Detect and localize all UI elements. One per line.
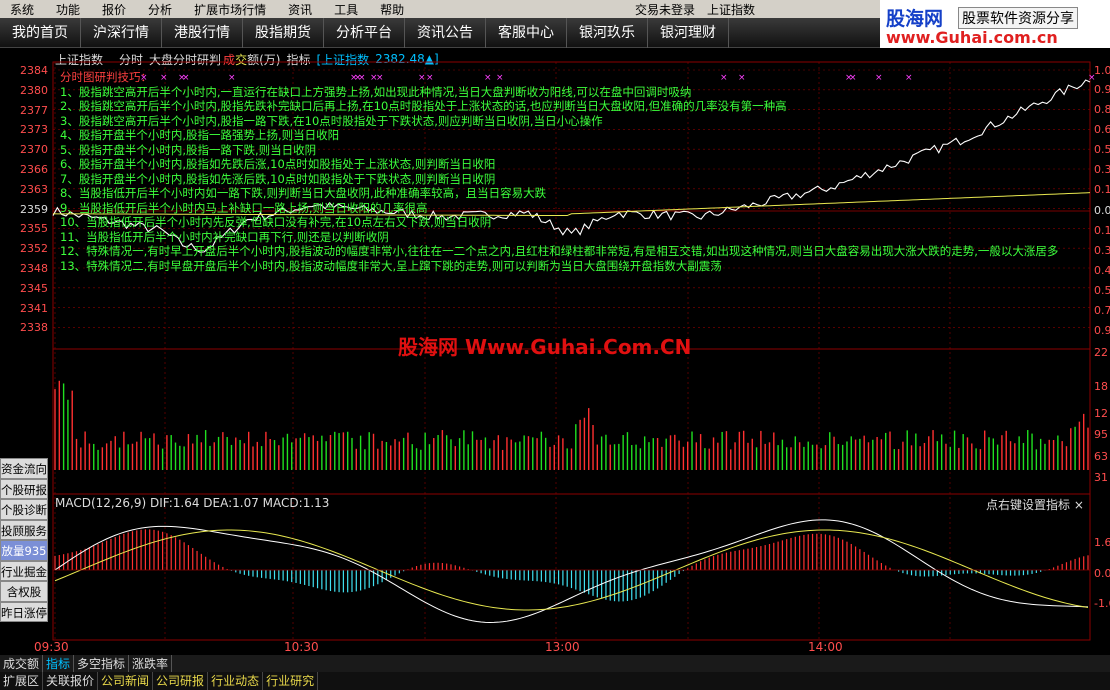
time-axis: 09:30 10:30 13:00 14:00 (0, 640, 1110, 654)
axis-tick: 0.9 (1094, 83, 1110, 96)
axis-tick: 0.6 (1094, 123, 1110, 136)
side-button[interactable]: 投顾服务 (0, 519, 48, 540)
indicator-tabs: 成交额 指标 多空指标 涨跌率 (0, 655, 1110, 672)
tip-line: 2、股指跳空高开后半个小时内,股指先跌补完缺口后再上扬,在10点时股指处于上涨状… (60, 99, 787, 113)
tip-line: 13、特殊情况二,有时早盘开盘后半个小时内,股指波动幅度非常大,呈上蹿下跳的走势… (60, 258, 722, 273)
price-tick: 2380 (20, 83, 48, 97)
axis-tick: 0.4 (1094, 264, 1110, 277)
tip-line: 3、股指跳空高开后半个小时内,股指一路下跌,在10点时股指处于下跌状态,则应判断… (60, 113, 603, 128)
axis-tick: 1.6 (1094, 536, 1110, 549)
tip-line: 8、当股指低开后半个小时内如一路下跌,则判断当日大盘收阴,此种准确率较高，且当日… (60, 186, 547, 200)
price-tick: 2352 (20, 242, 48, 256)
axis-tick: 22 (1094, 346, 1108, 359)
footer-tab[interactable]: 公司研报 (153, 672, 209, 690)
price-tick: 2359 (20, 202, 48, 216)
price-tick: 2366 (20, 163, 48, 176)
time-tick: 13:00 (545, 640, 580, 654)
side-button[interactable]: 放量935 (0, 540, 48, 561)
tip-line: 10、当股指低开后半个小时内先反弹,但缺口没有补完,在10点左右又下跌,则当日收… (60, 215, 492, 229)
footer-tab[interactable]: 公司新闻 (98, 672, 154, 690)
tip-line: 4、股指开盘半个小时内,股指一路强势上扬,则当日收阳 (60, 128, 340, 142)
axis-tick: 0.1 (1094, 224, 1110, 237)
watermark: 股海网 Www.Guhai.Com.CN (398, 335, 692, 359)
price-tick: 2341 (20, 301, 48, 315)
axis-tick: 0.0 (1094, 567, 1110, 580)
indicator-settings-hint[interactable]: 点右键设置指标 × (986, 496, 1084, 513)
macd-label: MACD(12,26,9) DIF:1.64 DEA:1.07 MACD:1.1… (55, 496, 330, 510)
tip-line: 11、当股指低开后半个小时内补完缺口再下行,则还是以判断收阴 (60, 229, 389, 244)
axis-tick: 63 (1094, 450, 1108, 463)
side-buttons: 资金流向 个股研报 个股诊断 投顾服务 放量935 行业掘金 含权股 昨日涨停 (0, 458, 48, 622)
tip-line: 9、当股指低开后半个小时内马上补缺口一路上扬,则当日收阳的几率很高 (60, 200, 428, 215)
price-tick: 2355 (20, 222, 48, 236)
axis-tick: 1.0 (1094, 64, 1110, 77)
time-tick: 14:00 (808, 640, 843, 654)
tab-advance-decline[interactable]: 涨跌率 (129, 655, 173, 672)
axis-tick: 0.0 (1094, 204, 1110, 217)
analysis-tips: 分时图研判技巧： 1、股指跳空高开后半个小时内,一直运行在缺口上方强势上扬,如出… (60, 70, 1090, 273)
price-tick: 2348 (20, 262, 48, 275)
tab-long-short[interactable]: 多空指标 (74, 655, 130, 672)
side-button[interactable]: 资金流向 (0, 458, 48, 479)
tips-header: 分时图研判技巧： (60, 70, 152, 84)
time-tick: 10:30 (284, 640, 319, 654)
axis-tick: 0.5 (1094, 284, 1110, 297)
tip-line: 5、股指开盘半个小时内,股指一路下跌,则当日收阴 (60, 142, 317, 157)
axis-tick: 0.8 (1094, 103, 1110, 116)
axis-tick: 0.3 (1094, 163, 1110, 176)
price-tick: 2345 (20, 281, 48, 295)
footer-tab[interactable]: 行业动态 (208, 672, 264, 690)
side-button[interactable]: 含权股 (0, 581, 48, 602)
axis-tick: 0.7 (1094, 304, 1110, 317)
axis-tick: 0.3 (1094, 244, 1110, 257)
tip-line: 6、股指开盘半个小时内,股指如先跌后涨,10点时如股指处于上涨状态,则判断当日收… (60, 157, 496, 171)
price-tick: 2377 (20, 103, 48, 117)
footer-tabs: 扩展区 关联报价 公司新闻 公司研报 行业动态 行业研究 (0, 672, 1110, 690)
axis-tick: 12 (1094, 407, 1108, 420)
price-tick: 2363 (20, 182, 48, 196)
footer-tab[interactable]: 行业研究 (263, 672, 319, 690)
side-button[interactable]: 个股诊断 (0, 499, 48, 520)
side-button[interactable]: 昨日涨停 (0, 601, 48, 622)
axis-tick: -1.6 (1094, 597, 1110, 610)
price-tick: 2338 (20, 321, 48, 335)
price-tick: 2370 (20, 143, 48, 157)
axis-tick: 31 (1094, 471, 1108, 484)
tab-turnover[interactable]: 成交额 (0, 655, 44, 672)
footer-tab[interactable]: 关联报价 (43, 672, 99, 690)
footer-tab[interactable]: 扩展区 (0, 672, 44, 690)
axis-tick: 95 (1094, 428, 1108, 441)
axis-tick: 0.5 (1094, 143, 1110, 156)
side-button[interactable]: 个股研报 (0, 478, 48, 499)
percent-axis-right: 1.0 0.9 0.8 0.6 0.5 0.3 0.1 0.0 0.1 0.3 0.4 0.5 0.7 0… (1092, 62, 1110, 642)
axis-tick: 0.9 (1094, 324, 1110, 337)
price-tick: 2384 (20, 64, 48, 77)
axis-tick: 18 (1094, 380, 1108, 393)
tip-line: 7、股指开盘半个小时内,股指如先涨后跌,10点时如股指处于下跌状态,则判断当日收… (60, 171, 496, 186)
axis-tick: 0.1 (1094, 183, 1110, 196)
time-tick: 09:30 (34, 640, 69, 654)
side-button[interactable]: 行业掘金 (0, 560, 48, 581)
tip-line: 12、特殊情况一,有时早上开盘后半个小时内,股指波动的幅度非常小,往往在一二个点… (60, 244, 1059, 258)
price-tick: 2373 (20, 123, 48, 137)
tab-indicator[interactable]: 指标 (43, 655, 75, 672)
tip-line: 1、股指跳空高开后半个小时内,一直运行在缺口上方强势上扬,如出现此种情况,当日大… (60, 84, 692, 99)
